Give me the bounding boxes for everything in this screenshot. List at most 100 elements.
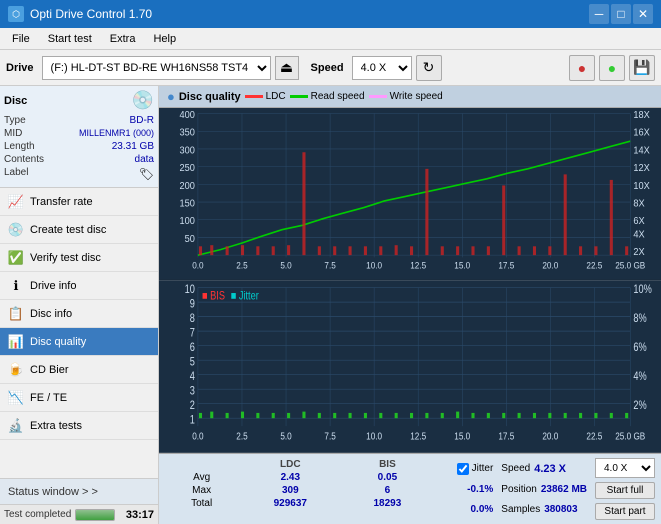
status-window-button[interactable]: Status window > > bbox=[0, 478, 158, 504]
svg-text:350: 350 bbox=[179, 127, 194, 138]
drive-label: Drive bbox=[6, 62, 34, 74]
svg-text:■ BIS: ■ BIS bbox=[202, 289, 225, 302]
stats-area: LDC BIS Avg 2.43 0.05 Max bbox=[159, 453, 661, 524]
stats-total-bis: 18293 bbox=[342, 497, 432, 510]
save-button[interactable]: 💾 bbox=[629, 55, 655, 81]
svg-text:4%: 4% bbox=[633, 369, 647, 382]
legend-read-speed: Read speed bbox=[290, 91, 365, 102]
nav-extra-tests[interactable]: 🔬 Extra tests bbox=[0, 412, 158, 440]
disc-type-value: BD-R bbox=[130, 115, 154, 126]
nav-disc-quality[interactable]: 📊 Disc quality bbox=[0, 328, 158, 356]
svg-text:17.5: 17.5 bbox=[498, 430, 514, 442]
svg-text:15.0: 15.0 bbox=[454, 260, 470, 270]
eject-button[interactable]: ⏏ bbox=[275, 56, 299, 80]
sidebar: Disc 💿 Type BD-R MID MILLENMR1 (000) Len… bbox=[0, 86, 159, 524]
svg-text:7: 7 bbox=[190, 326, 195, 339]
disc-icon: 💿 bbox=[132, 90, 154, 111]
jitter-label: Jitter bbox=[472, 463, 494, 474]
svg-text:10X: 10X bbox=[633, 180, 650, 191]
svg-text:300: 300 bbox=[179, 145, 194, 156]
start-full-button[interactable]: Start full bbox=[595, 482, 655, 499]
svg-text:7.5: 7.5 bbox=[324, 260, 336, 270]
svg-text:17.5: 17.5 bbox=[498, 260, 514, 270]
nav-fe-te-label: FE / TE bbox=[30, 392, 67, 404]
svg-text:20.0: 20.0 bbox=[542, 260, 558, 270]
svg-text:6%: 6% bbox=[633, 340, 647, 353]
legend-read-speed-label: Read speed bbox=[311, 91, 365, 102]
title-bar: ⬡ Opti Drive Control 1.70 ─ □ ✕ bbox=[0, 0, 661, 28]
red-disc-button[interactable]: ● bbox=[569, 55, 595, 81]
cd-bier-icon: 🍺 bbox=[8, 362, 24, 378]
position-label: Position bbox=[501, 484, 537, 495]
nav-fe-te[interactable]: 📉 FE / TE bbox=[0, 384, 158, 412]
svg-text:8: 8 bbox=[190, 311, 195, 324]
speed-info-value: 4.23 X bbox=[534, 463, 566, 475]
svg-text:25.0 GB: 25.0 GB bbox=[615, 430, 645, 442]
stats-header-ldc: LDC bbox=[238, 458, 342, 471]
svg-text:22.5: 22.5 bbox=[586, 430, 602, 442]
top-chart: 400 350 300 250 200 150 100 50 18X 16X 1… bbox=[159, 108, 661, 281]
progress-bar bbox=[75, 509, 115, 521]
disc-mid-value: MILLENMR1 (000) bbox=[79, 128, 154, 139]
nav-create-test-disc-label: Create test disc bbox=[30, 224, 106, 236]
refresh-button[interactable]: ↻ bbox=[416, 55, 442, 81]
nav-transfer-rate[interactable]: 📈 Transfer rate bbox=[0, 188, 158, 216]
svg-text:250: 250 bbox=[179, 163, 194, 174]
verify-disc-icon: ✅ bbox=[8, 250, 24, 266]
svg-text:3: 3 bbox=[190, 384, 195, 397]
transfer-rate-icon: 📈 bbox=[8, 194, 24, 210]
svg-text:2%: 2% bbox=[633, 398, 647, 411]
nav-verify-test-disc[interactable]: ✅ Verify test disc bbox=[0, 244, 158, 272]
nav-extra-tests-label: Extra tests bbox=[30, 420, 82, 432]
svg-text:18X: 18X bbox=[633, 110, 650, 121]
menu-start-test[interactable]: Start test bbox=[40, 31, 100, 47]
nav-create-test-disc[interactable]: 💿 Create test disc bbox=[0, 216, 158, 244]
start-part-button[interactable]: Start part bbox=[595, 503, 655, 520]
svg-text:2X: 2X bbox=[633, 247, 645, 258]
nav-disc-quality-label: Disc quality bbox=[30, 336, 86, 348]
close-button[interactable]: ✕ bbox=[633, 4, 653, 24]
svg-text:12.5: 12.5 bbox=[410, 430, 426, 442]
speed-info-label: Speed bbox=[501, 463, 530, 474]
speed-info: Speed 4.23 X bbox=[501, 463, 587, 475]
svg-text:200: 200 bbox=[179, 180, 194, 191]
disc-length-label: Length bbox=[4, 141, 35, 152]
stats-avg-ldc: 2.43 bbox=[238, 471, 342, 484]
svg-text:10: 10 bbox=[185, 282, 195, 295]
progress-label: Test completed bbox=[4, 509, 71, 520]
speed-label: Speed bbox=[311, 62, 344, 74]
svg-text:25.0 GB: 25.0 GB bbox=[615, 260, 645, 270]
stats-speed-select[interactable]: 4.0 X bbox=[595, 458, 655, 478]
nav-cd-bier[interactable]: 🍺 CD Bier bbox=[0, 356, 158, 384]
content-area: ● Disc quality LDC Read speed Write spee… bbox=[159, 86, 661, 524]
stats-row-max: Max 309 6 bbox=[165, 484, 453, 497]
samples-label: Samples bbox=[501, 504, 540, 515]
nav-disc-info[interactable]: 📋 Disc info bbox=[0, 300, 158, 328]
disc-section-title: Disc bbox=[4, 95, 27, 107]
progress-bar-fill bbox=[76, 510, 114, 520]
nav-disc-info-label: Disc info bbox=[30, 308, 72, 320]
drive-select[interactable]: (F:) HL-DT-ST BD-RE WH16NS58 TST4 bbox=[42, 56, 271, 80]
disc-label-icon[interactable]: 🏷 bbox=[139, 167, 154, 181]
disc-contents-label: Contents bbox=[4, 154, 44, 165]
disc-type-label: Type bbox=[4, 115, 26, 126]
jitter-checkbox-area[interactable]: Jitter bbox=[457, 463, 494, 475]
maximize-button[interactable]: □ bbox=[611, 4, 631, 24]
stats-avg-label: Avg bbox=[165, 471, 238, 484]
stats-total-ldc: 929637 bbox=[238, 497, 342, 510]
jitter-checkbox[interactable] bbox=[457, 463, 469, 475]
jitter-max: 0.0% bbox=[457, 504, 494, 515]
menu-help[interactable]: Help bbox=[145, 31, 184, 47]
stats-row-total: Total 929637 18293 bbox=[165, 497, 453, 510]
nav-drive-info[interactable]: ℹ Drive info bbox=[0, 272, 158, 300]
menu-file[interactable]: File bbox=[4, 31, 38, 47]
stats-max-label: Max bbox=[165, 484, 238, 497]
samples-info: Samples 380803 bbox=[501, 504, 587, 515]
green-disc-button[interactable]: ● bbox=[599, 55, 625, 81]
stats-row-avg: Avg 2.43 0.05 bbox=[165, 471, 453, 484]
stats-table: LDC BIS Avg 2.43 0.05 Max bbox=[165, 458, 453, 520]
nav-verify-test-disc-label: Verify test disc bbox=[30, 252, 101, 264]
minimize-button[interactable]: ─ bbox=[589, 4, 609, 24]
speed-select[interactable]: 4.0 X bbox=[352, 56, 412, 80]
menu-extra[interactable]: Extra bbox=[102, 31, 144, 47]
